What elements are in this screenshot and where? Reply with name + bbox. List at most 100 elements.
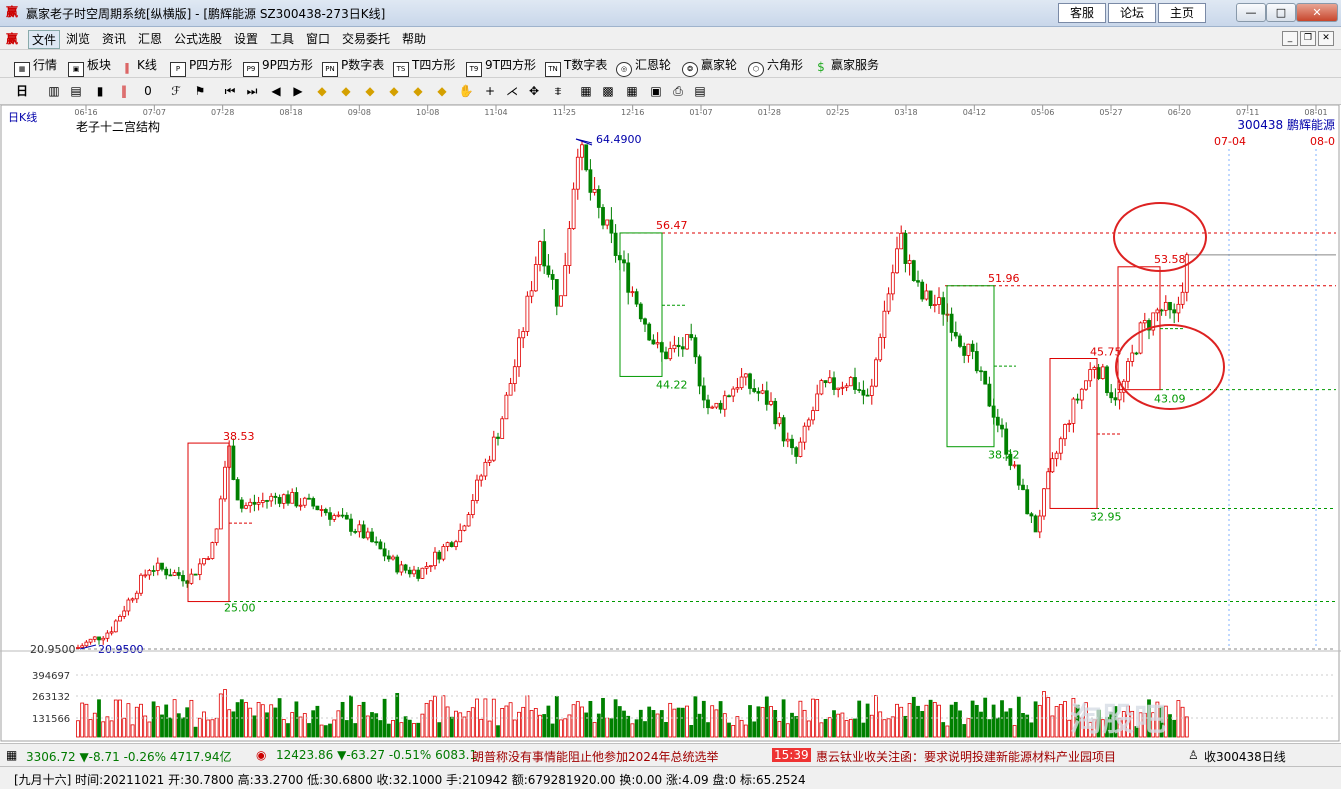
shenzhen-index-icon[interactable]: ◉ <box>256 748 266 762</box>
9t-square-tool[interactable]: T9 9T四方形 <box>466 56 536 77</box>
mdi-minimize-button[interactable]: _ <box>1282 31 1298 46</box>
volume-bar <box>697 713 702 738</box>
diamond-fit-icon[interactable]: ◆ <box>434 83 450 99</box>
candle-body <box>1033 515 1038 533</box>
period-dropdown-icon[interactable]: 日 <box>14 83 30 99</box>
arrows-icon[interactable]: ✥ <box>526 83 542 99</box>
candle-body <box>563 265 568 297</box>
flag-icon[interactable]: ⚑ <box>192 83 208 99</box>
candle-body <box>512 366 517 384</box>
quotes-tool[interactable]: ▦ 行情 <box>14 56 57 77</box>
huien-wheel-tool[interactable]: ◎ 汇恩轮 <box>616 56 671 77</box>
first-icon[interactable]: ⏮ <box>222 83 238 99</box>
save-icon[interactable]: ▣ <box>648 83 664 99</box>
candle-body <box>827 377 832 384</box>
kline-chart-svg[interactable]: 06-16 07-07 07-28 08-18 09-08 10-08 11-04 11-25… <box>0 105 1341 742</box>
shanghai-index-icon[interactable]: ▦ <box>6 748 17 762</box>
candle-body <box>315 505 320 511</box>
prev-icon[interactable]: ◀ <box>268 83 284 99</box>
candle-body <box>80 645 85 648</box>
line-tool-icon[interactable]: ⋌ <box>504 83 520 99</box>
calendar-icon[interactable]: ▦ <box>578 83 594 99</box>
menu-file[interactable]: 文件 <box>28 30 61 49</box>
candle-body <box>277 497 282 504</box>
calculator-icon[interactable]: ▩ <box>600 83 616 99</box>
volume-bar <box>1180 706 1185 738</box>
last-icon[interactable]: ⏭ <box>244 83 260 99</box>
news-ticker-text[interactable]: 朗普称没有事情能阻止他参加2024年总统选举 <box>472 748 719 765</box>
candle-body <box>113 620 118 633</box>
diamond-left-icon[interactable]: ◆ <box>362 83 378 99</box>
menu-news[interactable]: 资讯 <box>102 30 126 47</box>
app-menu-icon[interactable]: 赢 <box>6 30 18 47</box>
candle-body <box>256 502 261 505</box>
menu-help[interactable]: 帮助 <box>402 30 426 47</box>
support-button[interactable]: 客服 <box>1058 3 1106 23</box>
close-button[interactable]: ✕ <box>1296 3 1338 22</box>
candle-body <box>445 542 450 547</box>
hexagon-tool[interactable]: ⬡ 六角形 <box>748 56 803 77</box>
signal-icon[interactable]: ⩨ <box>550 83 566 99</box>
t-number-table-tool[interactable]: TN T数字表 <box>545 56 607 77</box>
candle-body <box>844 385 849 388</box>
export-icon[interactable]: ▤ <box>692 83 708 99</box>
chart-icon[interactable]: ▥ <box>46 83 62 99</box>
menu-huien[interactable]: 汇恩 <box>138 30 162 47</box>
forum-button[interactable]: 论坛 <box>1108 3 1156 23</box>
p-number-table-tool[interactable]: PN P数字表 <box>322 56 384 77</box>
winner-service-tool[interactable]: $ 赢家服务 <box>814 56 879 74</box>
grid-view-icon[interactable]: ▦ <box>624 83 640 99</box>
hand-icon[interactable]: ✋ <box>458 83 474 99</box>
volume-bar <box>286 723 290 738</box>
p-square-tool[interactable]: P P四方形 <box>170 56 232 77</box>
minimize-button[interactable]: — <box>1236 3 1266 22</box>
menu-settings[interactable]: 设置 <box>234 30 258 47</box>
candle-body <box>1054 452 1059 460</box>
bar-chart-icon[interactable]: ▮ <box>92 83 108 99</box>
candle-icon: ‖ <box>124 61 130 74</box>
candle-body <box>441 546 446 560</box>
mdi-restore-button[interactable]: ❐ <box>1300 31 1316 46</box>
diamond-zoom-icon[interactable]: ◆ <box>410 83 426 99</box>
diamond-right-icon[interactable]: ◆ <box>386 83 402 99</box>
zero-dropdown-icon[interactable]: 0 <box>140 83 156 99</box>
maximize-button[interactable]: □ <box>1266 3 1296 22</box>
menu-trade[interactable]: 交易委托 <box>342 30 390 47</box>
9p-square-tool[interactable]: P9 9P四方形 <box>243 56 313 77</box>
winner-wheel-tool[interactable]: ❂ 赢家轮 <box>682 56 737 77</box>
formula-icon[interactable]: ℱ <box>168 83 184 99</box>
candle-body <box>958 335 962 347</box>
kline-tool[interactable]: ‖ K线 <box>120 56 157 74</box>
home-button[interactable]: 主页 <box>1158 3 1206 23</box>
mdi-close-button[interactable]: ✕ <box>1318 31 1334 46</box>
print-icon[interactable]: ⎙ <box>670 83 686 99</box>
menu-browse[interactable]: 浏览 <box>66 30 90 47</box>
volume-bar <box>479 718 484 738</box>
volume-bar <box>1184 716 1189 738</box>
diamond-down-icon[interactable]: ◆ <box>338 83 354 99</box>
volume-bar <box>302 713 307 738</box>
menu-formula[interactable]: 公式选股 <box>174 30 222 47</box>
candle-body <box>865 394 870 397</box>
crosshair-icon[interactable]: + <box>482 83 498 99</box>
alert-icon[interactable]: ♙ <box>1188 748 1199 762</box>
candles-icon[interactable]: ‖ <box>116 83 132 99</box>
volume-bar <box>664 722 668 738</box>
volume-bar <box>685 705 689 738</box>
next-icon[interactable]: ▶ <box>290 83 306 99</box>
menu-tools[interactable]: 工具 <box>270 30 294 47</box>
document-icon[interactable]: ▤ <box>68 83 84 99</box>
t-square-tool[interactable]: TS T四方形 <box>393 56 455 77</box>
volume-bar <box>315 705 320 738</box>
sectors-tool[interactable]: ▣ 板块 <box>68 56 111 77</box>
candle-body <box>139 574 143 594</box>
candle-body <box>769 400 773 405</box>
volume-bar <box>958 710 962 738</box>
volume-bar <box>911 696 916 738</box>
t-number-icon: TN <box>545 62 561 77</box>
news-ticker-text-2[interactable]: 惠云钛业收关注函：要求说明投建新能源材料产业园项目 <box>816 748 1116 765</box>
kline-chart-panel[interactable]: 06-16 07-07 07-28 08-18 09-08 10-08 11-04 11-25… <box>0 105 1341 742</box>
diamond-up-icon[interactable]: ◆ <box>314 83 330 99</box>
menu-window[interactable]: 窗口 <box>306 30 330 47</box>
volume-bar <box>168 717 173 738</box>
